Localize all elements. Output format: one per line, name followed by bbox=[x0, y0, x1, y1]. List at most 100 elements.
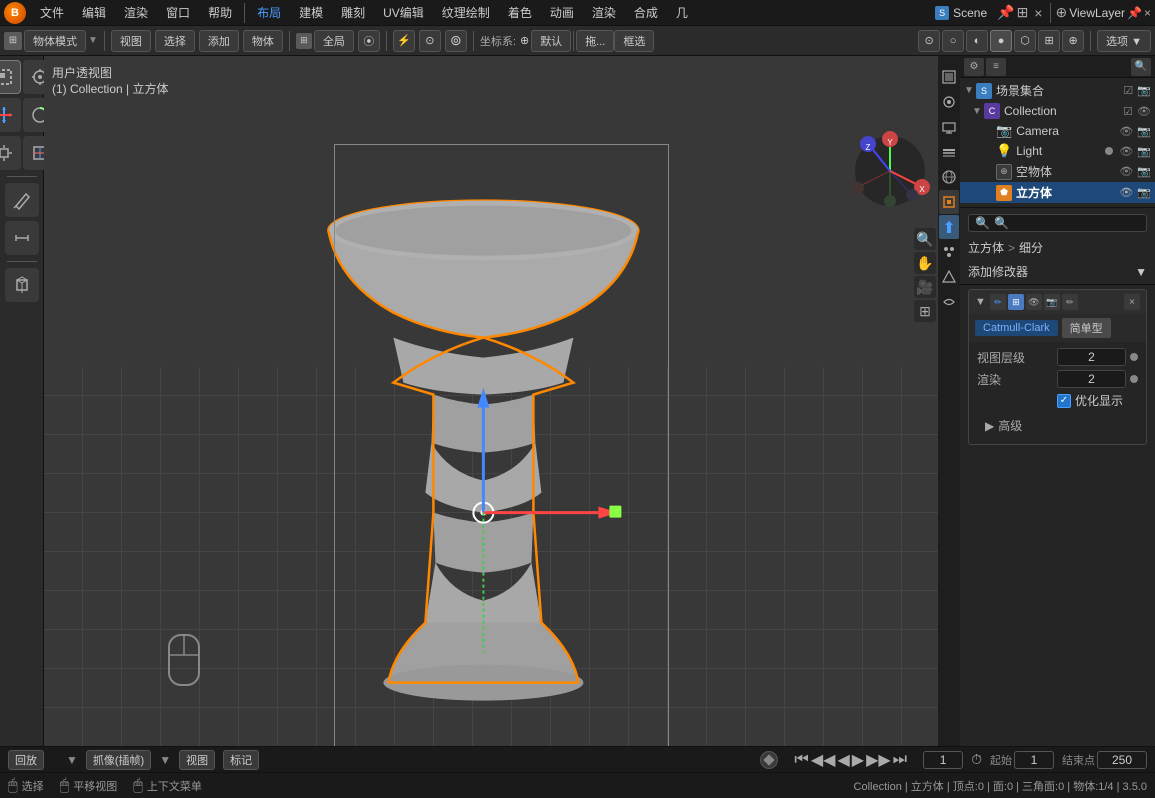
mod-simple-btn[interactable]: 简单型 bbox=[1062, 318, 1111, 338]
prop-render-value[interactable]: 2 bbox=[1057, 370, 1126, 388]
cube-render[interactable]: 📷 bbox=[1137, 186, 1151, 199]
coord-default-btn[interactable]: 默认 bbox=[531, 30, 571, 52]
panel-settings-icon[interactable]: ⚙ bbox=[964, 58, 984, 76]
tool-scale[interactable] bbox=[0, 136, 21, 170]
keyframe-marker[interactable] bbox=[760, 751, 778, 769]
camera-tool[interactable]: 🎥 bbox=[914, 276, 936, 298]
tool-measure[interactable] bbox=[5, 221, 39, 255]
menu-file[interactable]: 文件 bbox=[32, 2, 72, 23]
mod-header-toggle[interactable]: ▼ bbox=[975, 296, 986, 308]
menu-help[interactable]: 帮助 bbox=[200, 2, 240, 23]
props-icon-scene[interactable] bbox=[939, 65, 959, 89]
mode-btn[interactable]: 物体模式 bbox=[24, 30, 86, 52]
viewport-shading-1[interactable]: ○ bbox=[942, 30, 964, 52]
mod-type-icon-active[interactable]: ⊞ bbox=[1008, 294, 1024, 310]
viewport-shading-4[interactable]: ⬡ bbox=[1014, 30, 1036, 52]
menu-scripting[interactable]: 几 bbox=[668, 2, 696, 23]
options-btn[interactable]: 选项 ▼ bbox=[1097, 30, 1151, 52]
prop-render-dot[interactable] bbox=[1130, 375, 1138, 383]
proportional-edit[interactable]: ⊚ bbox=[445, 30, 467, 52]
tree-item-camera[interactable]: ▶ 📷 Camera 👁 📷 bbox=[960, 121, 1155, 141]
props-icon-modifiers[interactable] bbox=[939, 215, 959, 239]
tool-move[interactable] bbox=[0, 98, 21, 132]
object-btn[interactable]: 物体 bbox=[243, 30, 283, 52]
props-icon-view-layer[interactable] bbox=[939, 140, 959, 164]
menu-animation[interactable]: 动画 bbox=[542, 2, 582, 23]
select-mode-btn[interactable]: 框选 bbox=[614, 30, 654, 52]
panel-list-icon[interactable]: ≡ bbox=[986, 58, 1006, 76]
menu-compositing[interactable]: 合成 bbox=[626, 2, 666, 23]
tree-item-light[interactable]: ▶ 💡 Light 👁 📷 bbox=[960, 141, 1155, 161]
scene-visibility-toggle[interactable]: ☑ bbox=[1123, 84, 1133, 97]
cube-vis[interactable]: 👁 bbox=[1119, 186, 1133, 199]
interp-btn[interactable]: 抓像(插帧) bbox=[86, 750, 151, 770]
view-btn-timeline[interactable]: 视图 bbox=[179, 750, 215, 770]
props-icon-output[interactable] bbox=[939, 115, 959, 139]
menu-edit[interactable]: 编辑 bbox=[74, 2, 114, 23]
pin-icon[interactable]: 📌 bbox=[997, 4, 1014, 21]
empty-render[interactable]: 📷 bbox=[1137, 165, 1151, 178]
optimal-display-checkbox[interactable]: ✓ bbox=[1057, 394, 1071, 408]
menu-uv[interactable]: UV编辑 bbox=[375, 2, 432, 23]
panel-search-icon[interactable]: 🔍 bbox=[1131, 58, 1151, 76]
prev-frame-btn[interactable]: ◀ bbox=[837, 750, 849, 770]
scene-tree-toggle[interactable]: ▼ bbox=[964, 85, 972, 96]
snap-type[interactable]: ⊙ bbox=[419, 30, 441, 52]
tool-annotate[interactable] bbox=[5, 183, 39, 217]
timer-icon[interactable]: ⏱ bbox=[971, 751, 982, 768]
add-btn[interactable]: 添加 bbox=[199, 30, 239, 52]
menu-window[interactable]: 窗口 bbox=[158, 2, 198, 23]
tool-add-cube[interactable] bbox=[5, 268, 39, 302]
prev-keyframe-btn[interactable]: ◀◀ bbox=[811, 750, 836, 770]
props-icon-particles[interactable] bbox=[939, 240, 959, 264]
current-frame-input[interactable]: 1 bbox=[923, 751, 963, 769]
modifier-search-input[interactable] bbox=[994, 216, 1140, 230]
modifier-search-bar[interactable]: 🔍 bbox=[968, 214, 1147, 232]
window-icon[interactable]: ⊞ bbox=[1017, 4, 1029, 21]
overlay-btn[interactable]: ⊞ bbox=[1038, 30, 1060, 52]
menu-texture-paint[interactable]: 纹理绘制 bbox=[434, 2, 498, 23]
props-icon-world[interactable] bbox=[939, 165, 959, 189]
props-icon-constraints[interactable] bbox=[939, 290, 959, 314]
viewlayer-close[interactable]: × bbox=[1144, 6, 1151, 20]
play-btn[interactable]: ▶ bbox=[852, 750, 864, 770]
blender-logo[interactable]: B bbox=[4, 2, 26, 24]
prop-view-dot[interactable] bbox=[1130, 353, 1138, 361]
collection-render-toggle[interactable]: 👁 bbox=[1137, 105, 1151, 118]
next-frame-btn[interactable]: ▶▶ bbox=[866, 750, 891, 770]
mod-editmode-icon[interactable]: ✏ bbox=[1062, 294, 1078, 310]
pivot-icon[interactable]: ⦿ bbox=[358, 30, 380, 52]
drag-mode-btn[interactable]: 拖... bbox=[576, 30, 614, 52]
transform-global-btn[interactable]: 全局 bbox=[314, 30, 354, 52]
start-frame-input[interactable] bbox=[1014, 751, 1054, 769]
tree-item-cube[interactable]: ▶ ⬟ 立方体 👁 📷 bbox=[960, 182, 1155, 203]
empty-vis[interactable]: 👁 bbox=[1119, 165, 1133, 178]
props-icon-physics[interactable] bbox=[939, 265, 959, 289]
menu-render[interactable]: 渲染 bbox=[116, 2, 156, 23]
mod-catmull-btn[interactable]: Catmull-Clark bbox=[975, 320, 1058, 336]
advanced-row[interactable]: ▶ 高级 bbox=[977, 413, 1138, 438]
props-icon-rendersettings[interactable] bbox=[939, 90, 959, 114]
close-icon[interactable]: × bbox=[1030, 5, 1046, 21]
next-keyframe-btn[interactable]: ⏭ bbox=[893, 751, 907, 769]
snap-icon[interactable]: ⚡ bbox=[393, 30, 415, 52]
menu-render2[interactable]: 渲染 bbox=[584, 2, 624, 23]
marker-btn[interactable]: 标记 bbox=[223, 750, 259, 770]
viewport-shading-3[interactable]: ● bbox=[990, 30, 1012, 52]
tool-select-box[interactable] bbox=[0, 60, 21, 94]
camera-vis[interactable]: 👁 bbox=[1119, 125, 1133, 138]
collection-toggle[interactable]: ▼ bbox=[972, 106, 980, 117]
viewport-shading-2[interactable]: ◐ bbox=[966, 30, 988, 52]
menu-sculpt[interactable]: 雕刻 bbox=[333, 2, 373, 23]
collection-vis-toggle[interactable]: ☑ bbox=[1123, 105, 1133, 118]
viewport[interactable]: 用户透视图 (1) Collection | 立方体 bbox=[44, 56, 938, 746]
mode-selector[interactable]: ⊞ 物体模式 ▼ bbox=[4, 30, 98, 52]
menu-modeling[interactable]: 建模 bbox=[291, 2, 331, 23]
mod-edit-icon[interactable]: ✏ bbox=[990, 294, 1006, 310]
viewlayer-pin[interactable]: 📌 bbox=[1127, 6, 1142, 20]
light-vis[interactable]: 👁 bbox=[1119, 145, 1133, 158]
gizmo-btn[interactable]: ⊕ bbox=[1062, 30, 1084, 52]
mod-render-icon[interactable]: 📷 bbox=[1044, 294, 1060, 310]
scene-render-toggle[interactable]: 📷 bbox=[1137, 84, 1151, 97]
local-view-icon[interactable]: ⊙ bbox=[918, 30, 940, 52]
